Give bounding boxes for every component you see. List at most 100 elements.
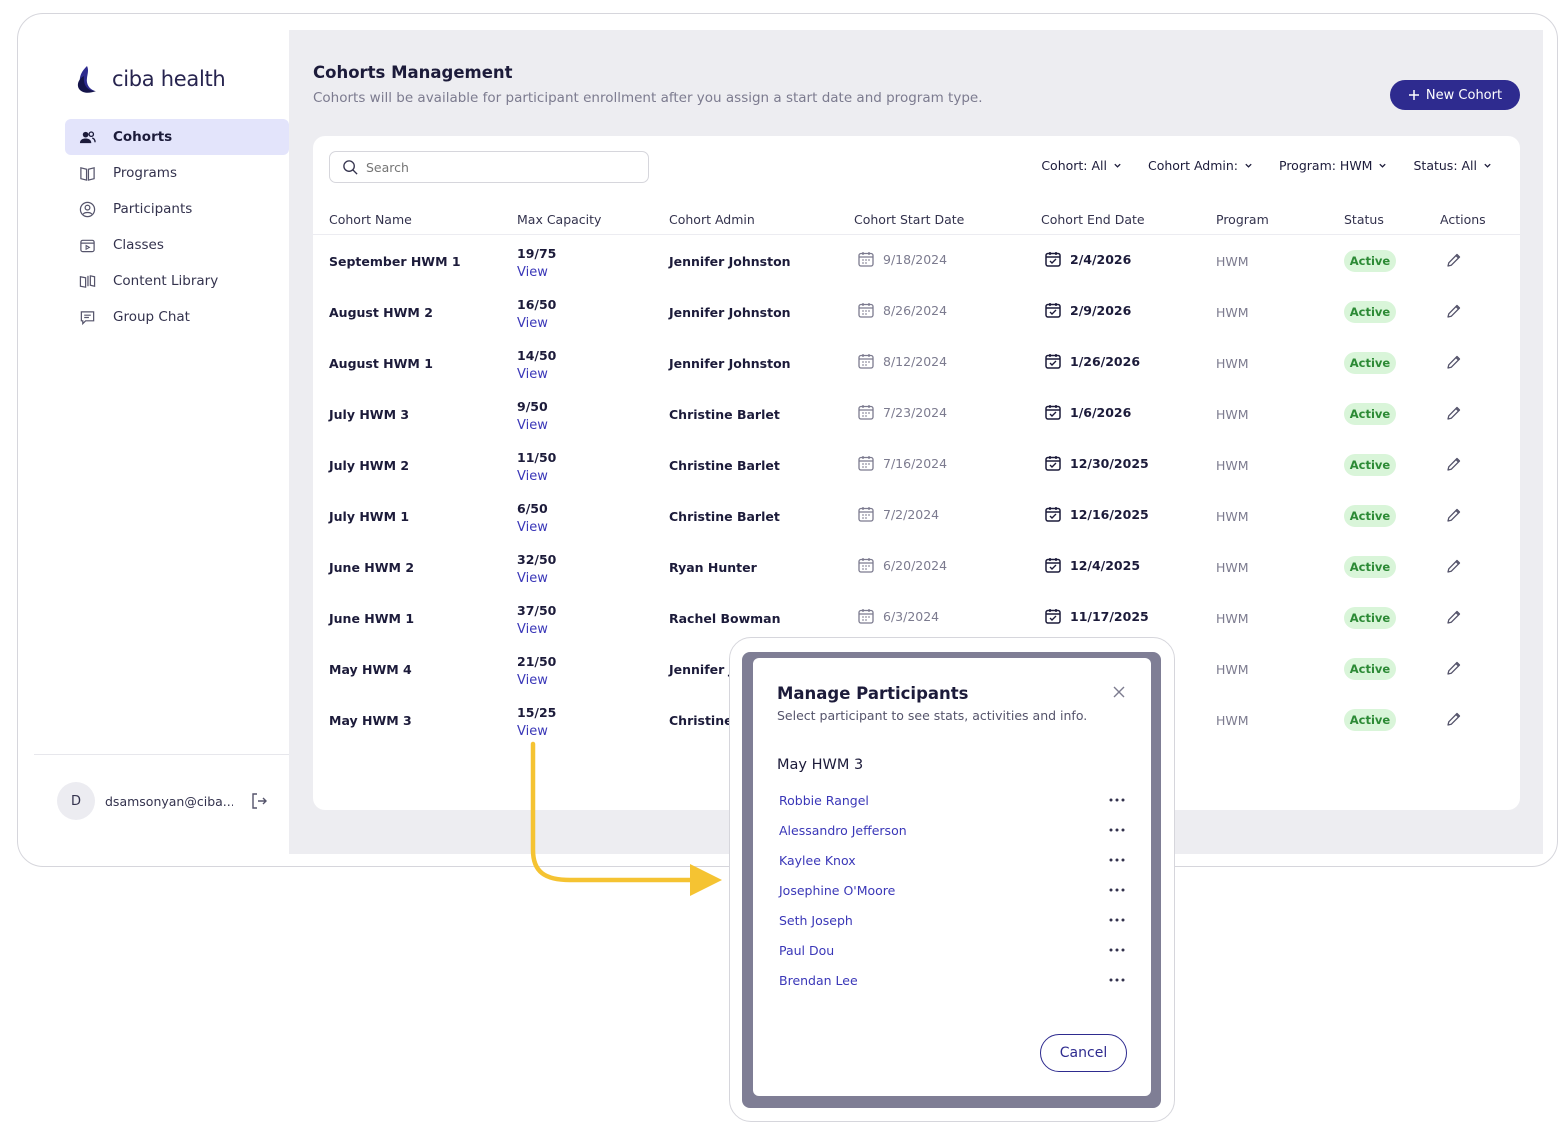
start-date: 6/3/2024: [857, 607, 939, 625]
table-row: July HWM 2 11/50 View Christine Barlet 7/16/…: [313, 439, 1520, 490]
manage-participants-modal: Manage Participants Select participant t…: [753, 658, 1151, 1096]
edit-pencil-icon[interactable]: [1445, 404, 1463, 422]
user-profile[interactable]: D dsamsonyan@ciba...: [57, 782, 269, 820]
table-row: July HWM 3 9/50 View Christine Barlet 7/23/2…: [313, 388, 1520, 439]
participant-name[interactable]: Robbie Rangel: [779, 793, 869, 808]
start-date-value: 7/2/2024: [883, 506, 940, 522]
end-date: 12/30/2025: [1044, 454, 1149, 472]
sidebar-item-programs[interactable]: Programs: [65, 155, 289, 191]
edit-pencil-icon[interactable]: [1445, 506, 1463, 524]
status-badge: Active: [1344, 658, 1396, 680]
start-date: 9/18/2024: [857, 250, 947, 268]
edit-pencil-icon[interactable]: [1445, 353, 1463, 371]
edit-pencil-icon[interactable]: [1445, 251, 1463, 269]
more-options-icon[interactable]: [1107, 822, 1127, 838]
calendar-icon: [858, 405, 874, 420]
status-badge: Active: [1344, 301, 1396, 323]
logout-icon[interactable]: [249, 791, 269, 811]
calendar-check-icon: [1045, 252, 1061, 267]
view-participants-link[interactable]: View: [517, 416, 548, 435]
status-badge: Active: [1344, 556, 1396, 578]
more-options-icon[interactable]: [1107, 852, 1127, 868]
edit-pencil-icon[interactable]: [1445, 302, 1463, 320]
view-participants-link[interactable]: View: [517, 569, 556, 588]
edit-pencil-icon[interactable]: [1445, 710, 1463, 728]
start-date-value: 9/18/2024: [883, 251, 948, 267]
end-date-value: 11/17/2025: [1070, 608, 1149, 624]
calendar-icon: [858, 609, 874, 624]
participant-item: Alessandro Jefferson: [777, 820, 1127, 850]
capacity-value: 9/50: [517, 399, 548, 414]
cohort-name: September HWM 1: [329, 254, 461, 269]
modal-title: Manage Participants: [777, 684, 969, 703]
new-cohort-button[interactable]: New Cohort: [1390, 80, 1520, 110]
filter-cohort[interactable]: Cohort: All: [1041, 158, 1122, 173]
calendar-check-icon: [1045, 609, 1061, 624]
cancel-button[interactable]: Cancel: [1040, 1034, 1127, 1072]
search-input[interactable]: [366, 159, 626, 175]
filter-program[interactable]: Program: HWM: [1279, 158, 1387, 173]
status-badge: Active: [1344, 352, 1396, 374]
participant-name[interactable]: Seth Joseph: [779, 913, 853, 928]
view-participants-link[interactable]: View: [517, 467, 556, 486]
filter-status[interactable]: Status: All: [1413, 158, 1492, 173]
participant-name[interactable]: Alessandro Jefferson: [779, 823, 907, 838]
edit-pencil-icon[interactable]: [1445, 557, 1463, 575]
more-options-icon[interactable]: [1107, 882, 1127, 898]
video-class-icon: [80, 239, 95, 252]
program: HWM: [1216, 305, 1249, 320]
view-participants-link[interactable]: View: [517, 671, 556, 690]
calendar-icon: [858, 354, 874, 369]
view-participants-link[interactable]: View: [517, 365, 556, 384]
table-row: August HWM 2 16/50 View Jennifer Johnston 8/…: [313, 286, 1520, 337]
sidebar-item-label: Group Chat: [113, 309, 190, 325]
sidebar-item-group-chat[interactable]: Group Chat: [65, 299, 289, 335]
chevron-down-icon: [1484, 163, 1491, 168]
capacity-value: 21/50: [517, 654, 557, 669]
brand-logo[interactable]: ciba health: [72, 62, 226, 96]
chevron-down-icon: [1379, 163, 1387, 168]
more-options-icon[interactable]: [1107, 942, 1127, 958]
edit-pencil-icon[interactable]: [1445, 608, 1463, 626]
edit-pencil-icon[interactable]: [1445, 659, 1463, 677]
view-participants-link[interactable]: View: [517, 263, 556, 282]
participant-name[interactable]: Paul Dou: [779, 943, 834, 958]
filter-label: Status: All: [1413, 158, 1477, 173]
more-options-icon[interactable]: [1107, 912, 1127, 928]
edit-pencil-icon[interactable]: [1445, 455, 1463, 473]
cohort-admin: Jennifer Johnston: [669, 254, 791, 269]
calendar-check-icon: [1045, 558, 1061, 573]
max-capacity: 32/50 View: [517, 550, 556, 588]
participant-name[interactable]: Brendan Lee: [779, 973, 858, 988]
calendar-check-icon: [1045, 303, 1061, 318]
sidebar-item-classes[interactable]: Classes: [65, 227, 289, 263]
sidebar-item-label: Content Library: [113, 273, 219, 289]
view-participants-link[interactable]: View: [517, 620, 556, 639]
capacity-value: 6/50: [517, 501, 548, 516]
view-participants-link[interactable]: View: [517, 314, 556, 333]
view-participants-link[interactable]: View: [517, 722, 556, 741]
max-capacity: 6/50 View: [517, 499, 548, 537]
cohort-admin: Christine Barlet: [669, 458, 780, 473]
search-box[interactable]: [329, 151, 649, 183]
sidebar-item-content-library[interactable]: Content Library: [65, 263, 289, 299]
filter-cohort-admin[interactable]: Cohort Admin:: [1148, 158, 1253, 173]
calendar-icon: [858, 252, 874, 267]
end-date: 1/26/2026: [1044, 352, 1140, 370]
avatar: D: [57, 782, 95, 820]
program: HWM: [1216, 407, 1249, 422]
cohort-name: July HWM 1: [329, 509, 410, 524]
sidebar-item-participants[interactable]: Participants: [65, 191, 289, 227]
filter-label: Cohort Admin:: [1147, 158, 1238, 173]
more-options-icon[interactable]: [1107, 792, 1127, 808]
close-icon[interactable]: [1113, 686, 1125, 698]
column-header: Actions: [1440, 212, 1486, 227]
sidebar-item-cohorts[interactable]: Cohorts: [65, 119, 289, 155]
modal-subtitle: Select participant to see stats, activit…: [777, 708, 1088, 723]
end-date-value: 2/9/2026: [1070, 302, 1132, 318]
view-participants-link[interactable]: View: [517, 518, 548, 537]
participant-name[interactable]: Josephine O'Moore: [779, 883, 895, 898]
more-options-icon[interactable]: [1107, 972, 1127, 988]
participant-name[interactable]: Kaylee Knox: [779, 853, 856, 868]
start-date-value: 6/20/2024: [883, 557, 948, 573]
